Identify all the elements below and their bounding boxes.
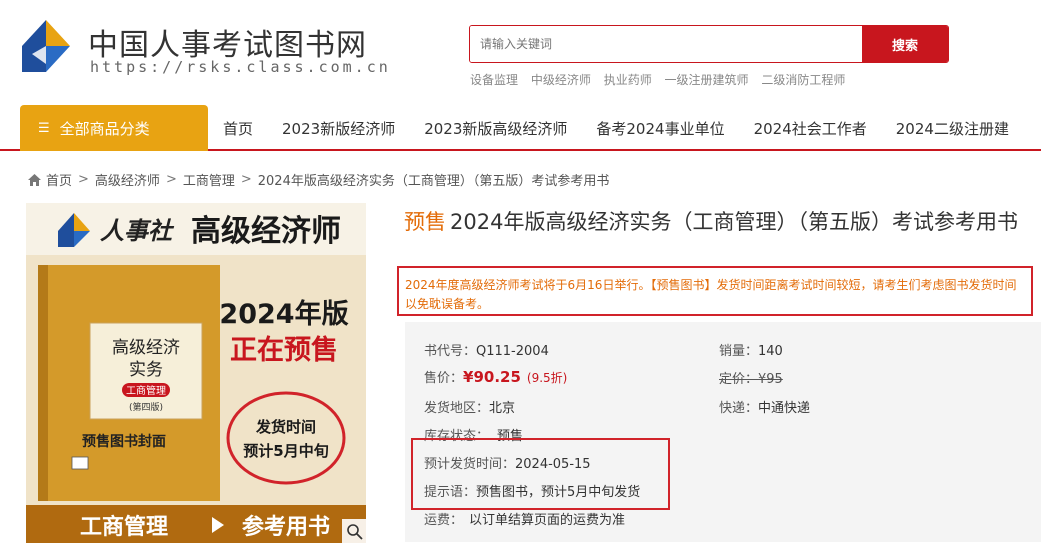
breadcrumb-separator: >	[240, 172, 252, 187]
sales-value: 140	[758, 344, 783, 359]
cover-year-edition: 2024年版	[219, 298, 348, 330]
freight-label: 运费：	[424, 513, 464, 528]
cover-bottom-left: 工商管理	[80, 514, 168, 540]
breadcrumb-business-management[interactable]: 工商管理	[183, 170, 235, 189]
book-code-row: 书代号：Q111-2004	[424, 340, 549, 359]
cover-book-title-line1: 高级经济	[112, 338, 180, 358]
all-categories-label: 全部商品分类	[59, 119, 150, 138]
freight-value: 以订单结算页面的运费为准	[469, 513, 626, 528]
home-icon	[28, 173, 41, 186]
breadcrumb: 首页 > 高级经济师 > 工商管理 > 2024年版高级经济实务（工商管理）（第…	[28, 170, 609, 189]
breadcrumb-home[interactable]: 首页	[46, 170, 72, 189]
presale-tag: 预售	[404, 210, 446, 234]
list-price-value: ¥95	[758, 372, 783, 387]
nav-item-2024-registered-builder[interactable]: 2024二级注册建	[896, 118, 1009, 139]
list-icon: ☰	[38, 120, 50, 136]
site-logo-icon[interactable]	[20, 18, 72, 74]
zoom-icon[interactable]	[342, 519, 366, 543]
all-categories-button[interactable]: ☰ 全部商品分类	[20, 105, 208, 151]
price-row: 售价：¥90.25 (9.5折)	[424, 367, 567, 386]
cover-book-title-line2: 实务	[129, 360, 163, 380]
hot-keyword-link[interactable]: 执业药师	[604, 73, 652, 87]
nav-item-2024-public-institution[interactable]: 备考2024事业单位	[596, 118, 724, 139]
breadcrumb-senior-economist[interactable]: 高级经济师	[95, 170, 160, 189]
nav-item-2023-economist[interactable]: 2023新版经济师	[282, 118, 395, 139]
cover-series: 高级经济师	[191, 214, 341, 249]
courier-row: 快递：中通快递	[719, 397, 810, 416]
cover-circle-line2: 预计5月中旬	[243, 442, 328, 460]
cover-presale-banner: 正在预售	[230, 334, 338, 366]
product-cover-image[interactable]: 人事社 高级经济师 高级经济 实务 工商管理 (第四版) 预售图书封面 2024…	[26, 203, 366, 543]
nav-item-home[interactable]: 首页	[223, 118, 253, 139]
cover-bottom-right: 参考用书	[242, 514, 330, 540]
breadcrumb-current: 2024年版高级经济实务（工商管理）（第五版）考试参考用书	[257, 174, 610, 189]
sales-label: 销量：	[719, 344, 759, 359]
nav-item-2024-social-worker[interactable]: 2024社会工作者	[754, 118, 867, 139]
delivery-highlight-box	[411, 438, 670, 510]
price-value: ¥90.25	[463, 368, 521, 386]
breadcrumb-separator: >	[165, 172, 177, 187]
courier-label: 快递：	[719, 401, 759, 416]
cover-book-edition: (第四版)	[129, 401, 163, 413]
product-title-text: 2024年版高级经济实务（工商管理）（第五版）考试参考用书	[450, 210, 1018, 234]
nav-items: 首页 2023新版经济师 2023新版高级经济师 备考2024事业单位 2024…	[223, 105, 1038, 151]
cover-caption: 预售图书封面	[82, 433, 166, 450]
search-button[interactable]: 搜索	[862, 26, 948, 62]
list-price-row: 定价：¥95	[719, 368, 783, 387]
price-label: 售价：	[424, 371, 464, 386]
hot-keywords: 设备监理 中级经济师 执业药师 一级注册建筑师 二级消防工程师	[470, 71, 854, 88]
cover-brand: 人事社	[100, 216, 175, 245]
hot-keyword-link[interactable]: 二级消防工程师	[761, 73, 845, 87]
product-title: 预售 2024年版高级经济实务（工商管理）（第五版）考试参考用书	[404, 206, 1034, 239]
nav-item-2023-senior-economist[interactable]: 2023新版高级经济师	[424, 118, 567, 139]
discount-value: (9.5折)	[526, 371, 568, 385]
hot-keyword-link[interactable]: 中级经济师	[531, 73, 591, 87]
list-price-label: 定价：	[719, 372, 759, 387]
ship-from-value: 北京	[489, 401, 516, 416]
hot-keyword-link[interactable]: 一级注册建筑师	[665, 73, 749, 87]
ship-from-label: 发货地区：	[424, 401, 490, 416]
search-bar: 搜索	[469, 25, 949, 63]
search-input[interactable]	[470, 26, 862, 62]
ship-from-row: 发货地区：北京	[424, 397, 515, 416]
hot-keyword-link[interactable]: 设备监理	[470, 73, 518, 87]
presale-notice: 2024年度高级经济师考试将于6月16日举行。【预售图书】发货时间距离考试时间较…	[397, 266, 1033, 316]
sales-row: 销量：140	[719, 340, 783, 359]
courier-value: 中通快递	[758, 401, 811, 416]
cover-circle-line1: 发货时间	[255, 418, 316, 436]
site-url: https://rsks.class.com.cn	[90, 58, 391, 76]
cover-book-subject: 工商管理	[126, 384, 166, 397]
book-code-value: Q111-2004	[476, 344, 549, 359]
freight-row: 运费： 以订单结算页面的运费为准	[424, 509, 625, 528]
book-code-label: 书代号：	[424, 344, 477, 359]
breadcrumb-separator: >	[78, 172, 89, 187]
